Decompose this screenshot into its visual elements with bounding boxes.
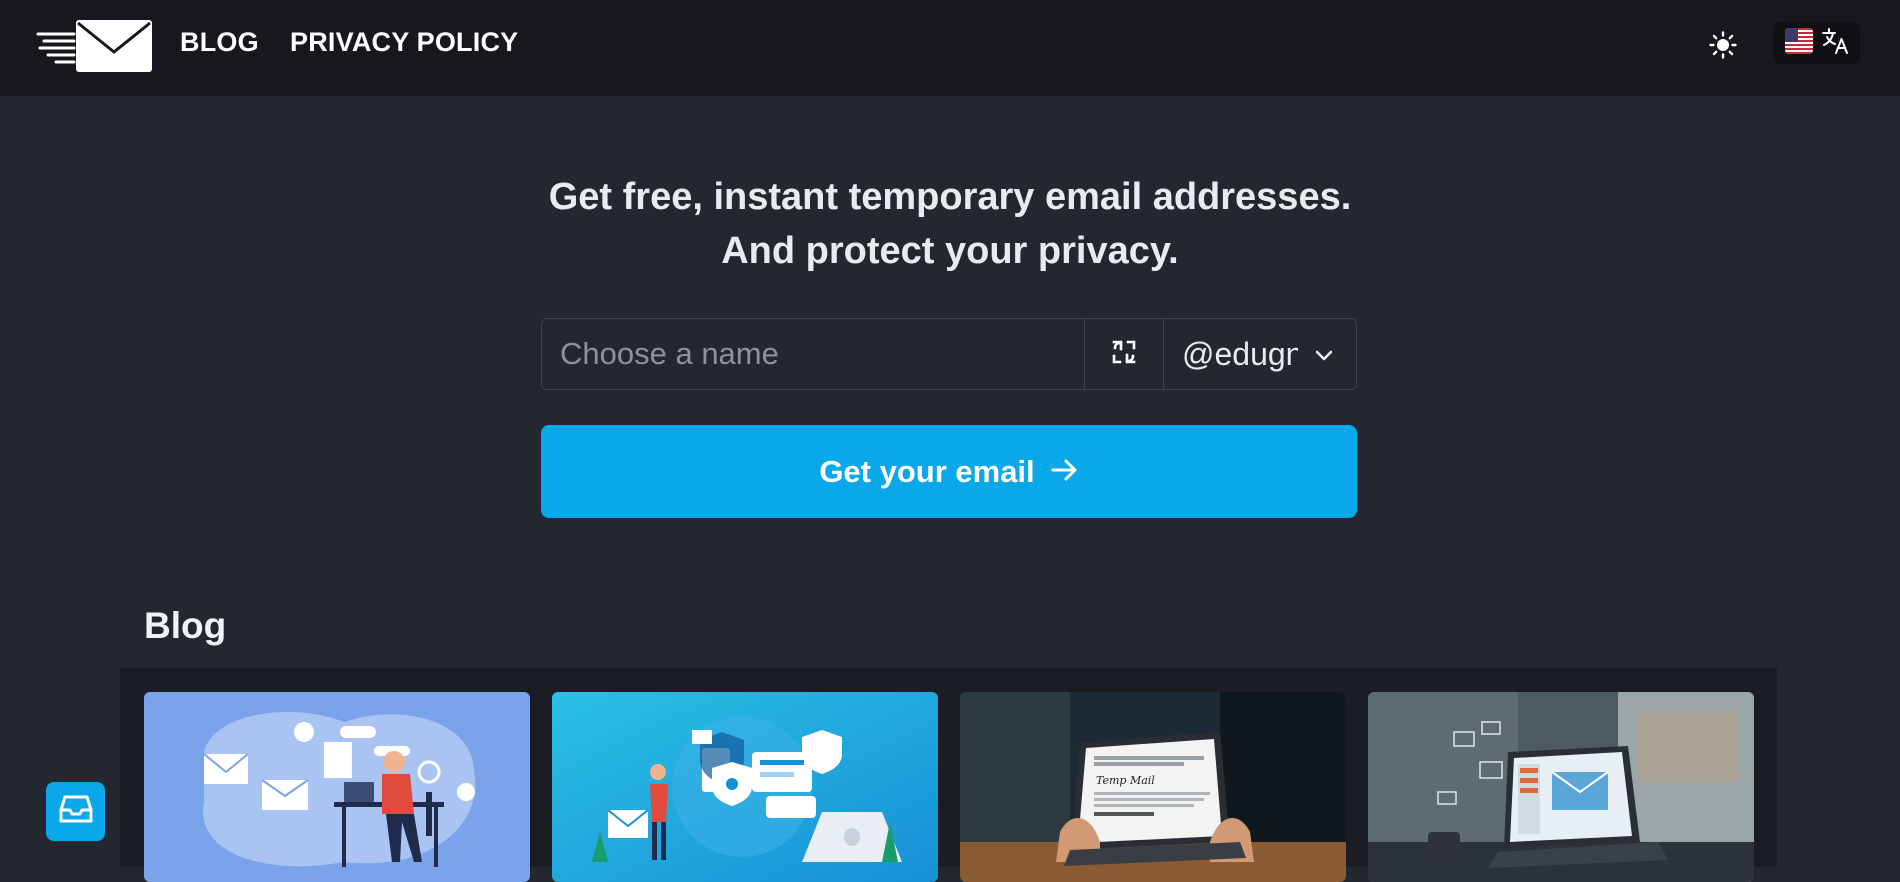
arrow-right-icon	[1049, 455, 1079, 488]
chevron-down-icon	[1314, 345, 1334, 370]
domain-select[interactable]: @edugn	[1164, 319, 1356, 389]
envelope-logo-icon[interactable]	[36, 14, 156, 76]
theme-toggle-button[interactable]	[1702, 26, 1744, 68]
hero-subheadline: And protect your privacy.	[721, 230, 1179, 272]
blog-card-image-2[interactable]	[552, 692, 938, 882]
blog-section-title: Blog	[144, 605, 227, 646]
blog-card-image-1[interactable]	[144, 692, 530, 882]
nav-blog-link[interactable]: BLOG	[180, 24, 259, 60]
inbox-icon	[59, 794, 93, 829]
translate-icon	[1821, 27, 1849, 60]
inbox-button[interactable]	[46, 782, 105, 841]
nav-privacy-policy-link[interactable]: PRIVACY POLICY	[290, 24, 518, 60]
hero-section: Get free, instant temporary email addres…	[0, 170, 1900, 278]
email-address-form: @edugn	[541, 318, 1357, 390]
hero-headline: Get free, instant temporary email addres…	[548, 176, 1352, 218]
blog-card-list: Temp Mail	[120, 668, 1777, 882]
top-navbar: BLOG PRIVACY POLICY	[0, 0, 1900, 96]
blog-card-image-3[interactable]: Temp Mail	[960, 692, 1346, 882]
blog-card-image-4[interactable]	[1368, 692, 1754, 882]
us-flag-icon	[1785, 27, 1813, 59]
get-email-button[interactable]: Get your email	[541, 425, 1357, 518]
get-email-label: Get your email	[819, 453, 1035, 489]
svg-text:Temp Mail: Temp Mail	[1096, 774, 1155, 787]
name-input[interactable]	[542, 319, 1084, 389]
sun-icon	[1709, 30, 1737, 64]
random-name-button[interactable]	[1084, 319, 1164, 389]
language-selector-button[interactable]	[1774, 22, 1860, 64]
refresh-icon	[1109, 337, 1139, 372]
domain-value: @edugn	[1182, 335, 1298, 372]
